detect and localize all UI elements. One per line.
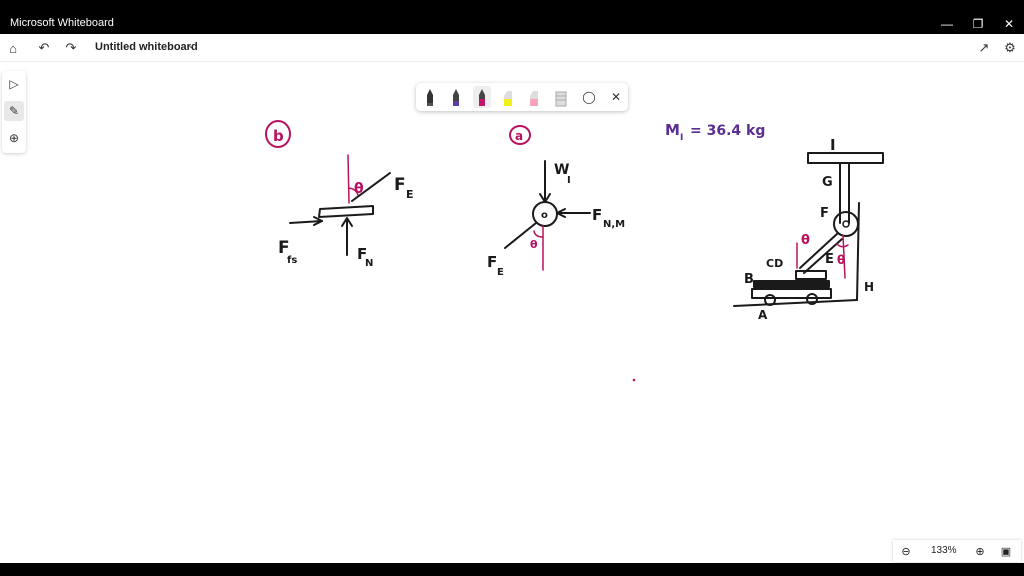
settings-icon: ⚙	[1004, 40, 1016, 55]
label-a: a	[515, 129, 523, 143]
zoom-in-button[interactable]: ⊕	[971, 543, 989, 559]
home-button[interactable]: ⌂	[3, 38, 23, 58]
b-fe-label: F	[394, 175, 406, 195]
label-b-system: B	[744, 272, 754, 287]
label-h: H	[864, 280, 874, 294]
a-fnm-label: F	[592, 206, 602, 224]
label-b: b	[273, 127, 284, 145]
home-icon: ⌂	[9, 40, 17, 56]
a-fnm-sub: N,M	[603, 219, 625, 230]
share-icon: ↗	[978, 40, 990, 55]
share-button[interactable]: ↗	[974, 38, 994, 58]
fit-screen-icon: ▣	[1000, 545, 1012, 558]
fit-screen-button[interactable]: ▣	[997, 543, 1015, 559]
mass-note-m: M	[665, 121, 680, 139]
label-cd: CD	[766, 257, 783, 270]
label-f: F	[820, 206, 829, 221]
floor	[733, 299, 858, 307]
a-center: o	[541, 210, 548, 221]
settings-button[interactable]: ⚙	[1000, 38, 1020, 58]
zoom-out-button[interactable]: ⊖	[897, 543, 915, 559]
pulley-f-axle	[842, 220, 850, 228]
zoom-level: 133%	[931, 545, 957, 556]
mass-note-value: = 36.4 kg	[690, 123, 765, 139]
redo-button[interactable]: ↷	[61, 38, 81, 58]
a-fe-label: F	[487, 253, 497, 271]
b-fe-sub: E	[406, 188, 414, 201]
a-fe-sub: E	[497, 267, 504, 278]
zoom-controls: ⊖ 133% ⊕ ▣	[893, 540, 1021, 562]
app-bar: ⌂ ↶ ↷ Untitled whiteboard ⌄ ↗ ⚙	[0, 34, 1024, 62]
label-g: G	[822, 175, 833, 190]
app-title: Microsoft Whiteboard	[10, 17, 114, 29]
undo-icon: ↶	[38, 40, 50, 55]
b-theta: θ	[354, 181, 364, 197]
wall-h	[856, 202, 860, 301]
app-window: Microsoft Whiteboard — ❐ ✕ ⌂ ↶ ↷ Untitle…	[0, 13, 1024, 563]
zoom-out-icon: ⊖	[901, 545, 911, 558]
close-icon: ✕	[1003, 16, 1015, 31]
stray-dot	[632, 378, 636, 382]
a-wi-sub: I	[567, 175, 571, 186]
minimize-button[interactable]: —	[932, 13, 962, 34]
restore-icon: ❐	[972, 16, 984, 31]
block-cd	[795, 270, 827, 280]
minimize-icon: —	[941, 16, 953, 31]
b-ffs-sub: fs	[287, 255, 297, 266]
a-theta-arc	[533, 230, 544, 238]
label-a-system: A	[758, 308, 768, 322]
ceiling-bar	[807, 152, 884, 164]
cart-top	[753, 280, 830, 288]
redo-icon: ↷	[65, 40, 77, 55]
zoom-in-icon: ⊕	[975, 545, 985, 558]
b-fn-sub: N	[365, 258, 373, 269]
board-title[interactable]: Untitled whiteboard	[95, 41, 198, 53]
label-e: E	[825, 252, 834, 267]
chevron-down-icon[interactable]: ⌄	[187, 40, 195, 51]
mass-note-sub: I	[680, 133, 683, 143]
whiteboard-canvas[interactable]: b θ F E F fs F N a W I o F N,M F E θ M I…	[0, 62, 1024, 552]
undo-button[interactable]: ↶	[34, 38, 54, 58]
restore-button[interactable]: ❐	[963, 13, 993, 34]
system-theta-1: θ	[801, 233, 810, 248]
b-block	[318, 205, 374, 218]
label-i: I	[830, 136, 836, 154]
close-window-button[interactable]: ✕	[994, 13, 1024, 34]
a-theta: θ	[530, 238, 538, 251]
system-theta-arc	[836, 243, 849, 248]
cart-body	[751, 288, 832, 299]
title-bar: Microsoft Whiteboard — ❐ ✕	[0, 13, 1024, 34]
system-theta-2: θ	[837, 253, 845, 267]
b-vertical-reference	[347, 154, 350, 204]
